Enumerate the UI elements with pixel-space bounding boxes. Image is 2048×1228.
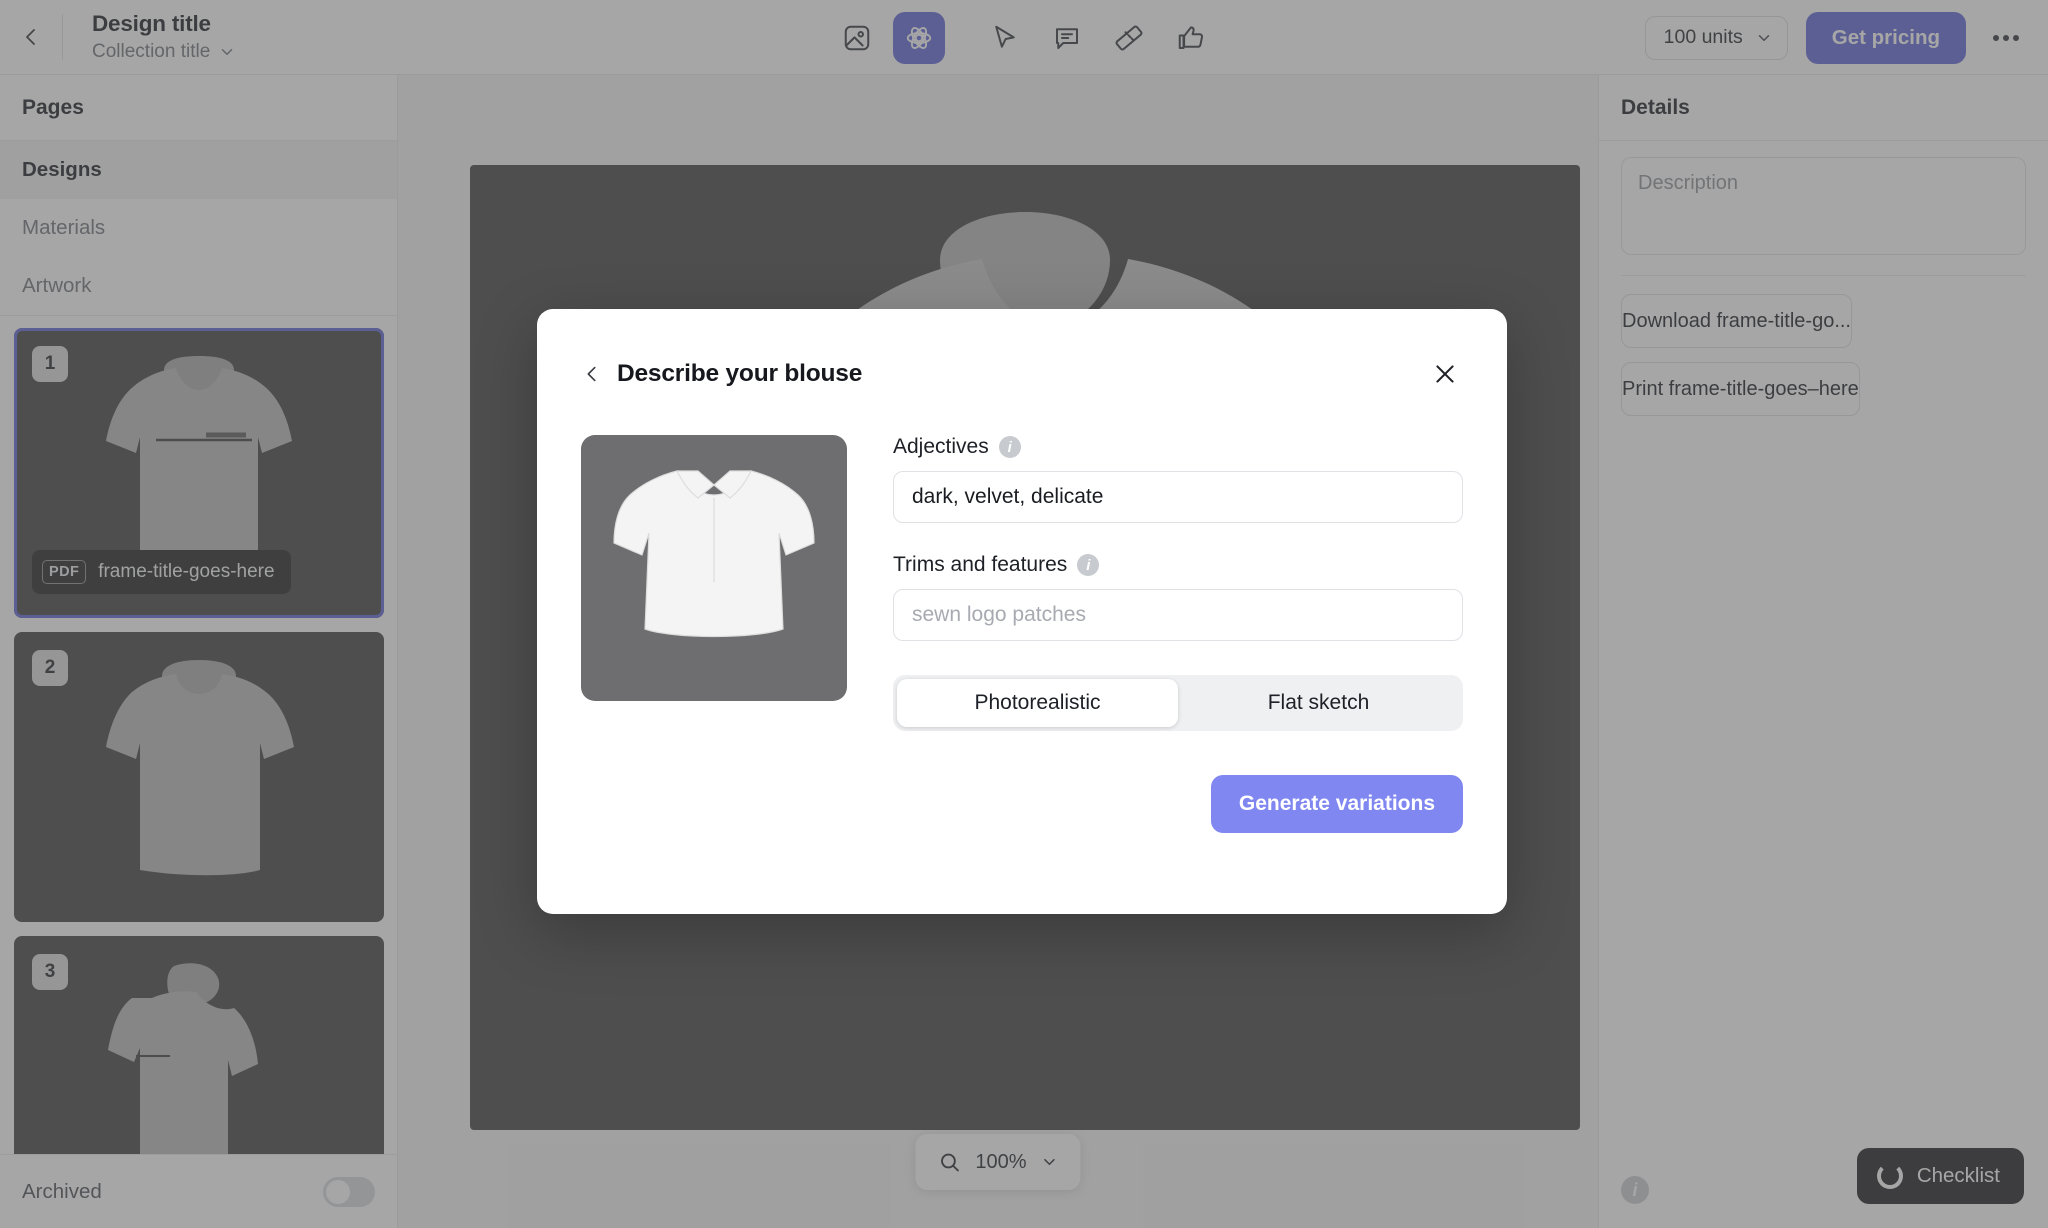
adjectives-input[interactable] bbox=[893, 471, 1463, 523]
adjectives-label-row: Adjectives i bbox=[893, 435, 1463, 459]
modal-header: Describe your blouse bbox=[581, 353, 1463, 395]
chevron-left-icon bbox=[587, 366, 596, 382]
modal-body: Adjectives i Trims and features i Photor… bbox=[581, 435, 1463, 731]
modal-footer: Generate variations bbox=[581, 775, 1463, 833]
adjectives-label: Adjectives bbox=[893, 435, 989, 458]
close-icon bbox=[1436, 365, 1454, 383]
trims-input[interactable] bbox=[893, 589, 1463, 641]
segment-photorealistic[interactable]: Photorealistic bbox=[897, 679, 1178, 727]
info-icon[interactable]: i bbox=[1077, 554, 1100, 576]
white-blouse-artwork bbox=[613, 470, 815, 638]
trims-label: Trims and features bbox=[893, 553, 1068, 576]
form-spacer bbox=[893, 523, 1463, 553]
modal-close-button[interactable] bbox=[1427, 356, 1463, 392]
modal-title: Describe your blouse bbox=[617, 360, 863, 387]
modal-back-button[interactable] bbox=[581, 363, 617, 385]
info-icon[interactable]: i bbox=[998, 436, 1021, 458]
modal-form: Adjectives i Trims and features i Photor… bbox=[893, 435, 1463, 731]
describe-blouse-modal: Describe your blouse Adjectives i dark, … bbox=[537, 309, 1507, 914]
app-root: Design title Collection title bbox=[0, 0, 2048, 1228]
segment-flat-sketch[interactable]: Flat sketch bbox=[1178, 679, 1459, 727]
trims-label-row: Trims and features i bbox=[893, 553, 1463, 577]
render-style-segmented-control: Photorealistic Flat sketch bbox=[893, 675, 1463, 731]
blouse-preview bbox=[581, 435, 847, 701]
generate-variations-button[interactable]: Generate variations bbox=[1210, 775, 1463, 833]
